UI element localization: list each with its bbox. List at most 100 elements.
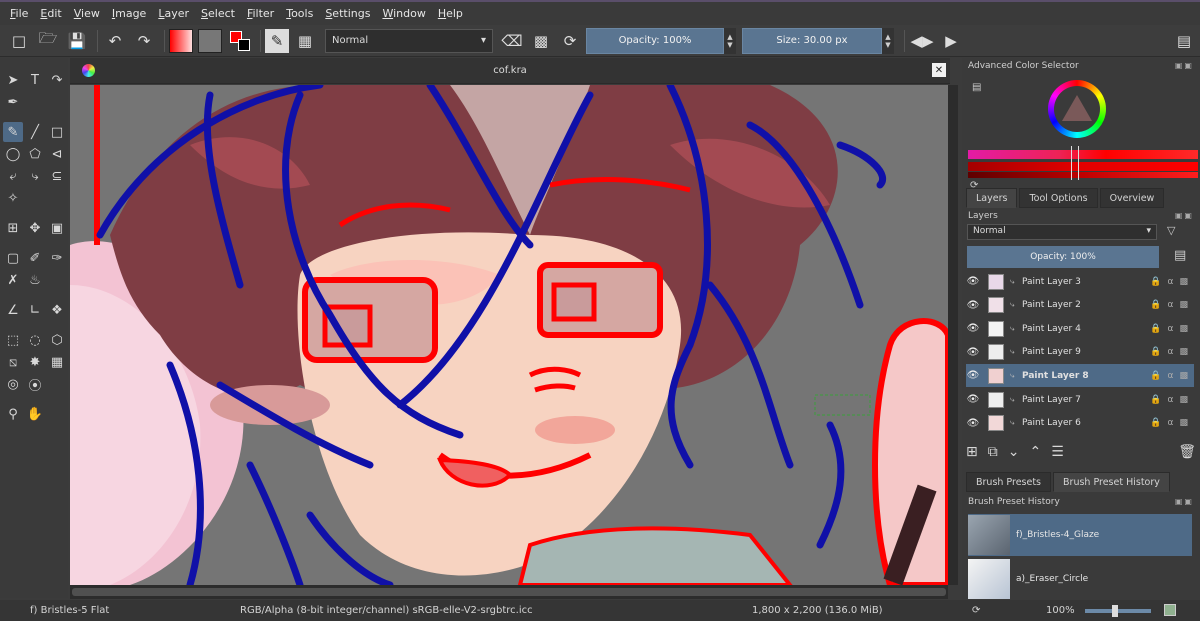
- preserve-alpha-icon[interactable]: ▩: [528, 28, 554, 54]
- polygon-tool-icon[interactable]: ⬠: [25, 144, 45, 164]
- menu-layer[interactable]: Layer: [152, 7, 195, 20]
- opacity-slider[interactable]: Opacity: 100%: [586, 27, 724, 54]
- zoom-slider[interactable]: [1085, 609, 1151, 613]
- menu-image[interactable]: Image: [106, 7, 152, 20]
- layer-flags-icon[interactable]: 🔒α▩: [1150, 371, 1194, 381]
- similar-select-icon[interactable]: ▦: [47, 352, 67, 372]
- mirror-horizontal-icon[interactable]: ◀▶: [909, 28, 935, 54]
- fg-bg-color-icon[interactable]: [227, 28, 253, 54]
- ellipse-tool-icon[interactable]: ◯: [3, 144, 23, 164]
- visibility-eye-icon[interactable]: 👁: [966, 347, 980, 358]
- menu-tools[interactable]: Tools: [280, 7, 319, 20]
- visibility-eye-icon[interactable]: 👁: [966, 394, 980, 405]
- visibility-eye-icon[interactable]: 👁: [966, 300, 980, 311]
- add-layer-icon[interactable]: ⊞: [966, 444, 978, 460]
- magnetic-select-icon[interactable]: ⦿: [25, 374, 45, 394]
- brush-preset-icon[interactable]: ✎: [265, 28, 289, 53]
- hue-wheel[interactable]: [1048, 80, 1106, 138]
- polyline-tool-icon[interactable]: ⊲: [47, 144, 67, 164]
- menu-view[interactable]: View: [68, 7, 106, 20]
- size-spinner[interactable]: ▲ ▼: [882, 27, 894, 54]
- panel-controls-icon[interactable]: ▣▣: [1175, 497, 1194, 507]
- menu-select[interactable]: Select: [195, 7, 241, 20]
- line-tool-icon[interactable]: ╱: [25, 122, 45, 142]
- rectangle-tool-icon[interactable]: □: [47, 122, 67, 142]
- eraser-mode-icon[interactable]: ⌫: [499, 28, 525, 54]
- document-tab[interactable]: cof.kra ✕: [70, 58, 950, 84]
- select-shapes-icon[interactable]: ➤: [3, 70, 23, 90]
- menu-help[interactable]: Help: [432, 7, 469, 20]
- filter-icon[interactable]: ▽: [1167, 224, 1175, 237]
- size-slider[interactable]: Size: 30.00 px: [742, 27, 882, 54]
- measure-tool-icon[interactable]: ∟: [25, 300, 45, 320]
- opacity-spinner[interactable]: ▲ ▼: [724, 27, 736, 54]
- color-strip[interactable]: [968, 172, 1198, 178]
- layer-row[interactable]: 👁 ⤷ Paint Layer 2 🔒α▩: [966, 294, 1194, 317]
- vertical-scrollbar[interactable]: [948, 85, 958, 585]
- layer-blend-dropdown[interactable]: Normal ▾: [967, 224, 1157, 240]
- blend-mode-dropdown[interactable]: Normal ▾: [325, 28, 493, 53]
- layer-row[interactable]: 👁 ⤷ Paint Layer 9 🔒α▩: [966, 341, 1194, 364]
- crop-tool-icon[interactable]: ⊞: [3, 218, 23, 238]
- freehand-select-icon[interactable]: ⧅: [3, 352, 23, 372]
- close-icon[interactable]: ✕: [932, 63, 946, 77]
- rotate-icon[interactable]: ⟳: [972, 605, 980, 616]
- menu-window[interactable]: Window: [376, 7, 431, 20]
- new-document-icon[interactable]: □: [6, 28, 32, 54]
- menu-filter[interactable]: Filter: [241, 7, 280, 20]
- smart-patch-icon[interactable]: ✗: [3, 270, 23, 290]
- dynamic-brush-icon[interactable]: ⊆: [47, 166, 67, 186]
- color-picker-icon[interactable]: ✐: [25, 248, 45, 268]
- calligraphy-icon[interactable]: ✒: [3, 92, 23, 112]
- assistant-tool-icon[interactable]: ∠: [3, 300, 23, 320]
- gradient-swatch[interactable]: [169, 28, 193, 53]
- undo-icon[interactable]: ↶: [102, 28, 128, 54]
- panel-controls-icon[interactable]: ▣▣: [1175, 61, 1194, 71]
- canvas-only-icon[interactable]: [1164, 604, 1176, 616]
- tab-layers[interactable]: Layers: [966, 188, 1018, 208]
- colorize-mask-icon[interactable]: ✑: [47, 248, 67, 268]
- rect-select-icon[interactable]: ⬚: [3, 330, 23, 350]
- tab-tool-options[interactable]: Tool Options: [1019, 188, 1098, 208]
- gradient-tool-icon[interactable]: ▢: [3, 248, 23, 268]
- menu-edit[interactable]: Edit: [34, 7, 67, 20]
- layer-row[interactable]: 👁 ⤷ Paint Layer 8 🔒α▩: [966, 364, 1194, 388]
- color-triangle[interactable]: [1062, 95, 1092, 121]
- background-color-swatch[interactable]: [238, 38, 250, 51]
- bezier-tool-icon[interactable]: ⤶: [3, 166, 23, 186]
- redo-icon[interactable]: ↷: [131, 28, 157, 54]
- delete-layer-icon[interactable]: 🗑: [1178, 444, 1196, 460]
- visibility-eye-icon[interactable]: 👁: [966, 323, 980, 334]
- layer-opacity-slider[interactable]: Opacity: 100%: [967, 246, 1159, 268]
- workspace-icon[interactable]: ▤: [1171, 28, 1197, 54]
- drawing-canvas[interactable]: [70, 85, 948, 585]
- polygon-select-icon[interactable]: ⬡: [47, 330, 67, 350]
- layer-row[interactable]: 👁 ⤷ Paint Layer 6 🔒α▩: [966, 412, 1194, 435]
- fill-tool-icon[interactable]: ♨: [25, 270, 45, 290]
- layer-row[interactable]: 👁 ⤷ Paint Layer 3 🔒α▩: [966, 270, 1194, 293]
- reference-tool-icon[interactable]: ❖: [47, 300, 67, 320]
- layer-flags-icon[interactable]: 🔒α▩: [1150, 395, 1194, 405]
- transform-tool-icon[interactable]: ▣: [47, 218, 67, 238]
- pattern-swatch[interactable]: [198, 28, 222, 53]
- color-strip[interactable]: [968, 162, 1198, 171]
- open-folder-icon[interactable]: 🗁: [35, 28, 61, 54]
- menu-file[interactable]: File: [4, 7, 34, 20]
- brush-settings-icon[interactable]: ▦: [292, 28, 318, 54]
- layer-flags-icon[interactable]: 🔒α▩: [1150, 300, 1194, 310]
- layer-flags-icon[interactable]: 🔒α▩: [1150, 418, 1194, 428]
- ellipse-select-icon[interactable]: ◌: [25, 330, 45, 350]
- visibility-eye-icon[interactable]: 👁: [966, 418, 980, 429]
- multibrush-icon[interactable]: ✧: [3, 188, 23, 208]
- move-layer-up-icon[interactable]: ⌃: [1029, 444, 1041, 460]
- scrollbar-thumb[interactable]: [72, 588, 946, 596]
- zoom-slider-thumb[interactable]: [1112, 605, 1118, 617]
- menu-settings[interactable]: Settings: [319, 7, 376, 20]
- reload-preset-icon[interactable]: ⟳: [557, 28, 583, 54]
- color-strip[interactable]: [968, 150, 1198, 159]
- advanced-color-selector[interactable]: ▤ ⟳: [966, 76, 1198, 191]
- freehand-path-icon[interactable]: ⤷: [25, 166, 45, 186]
- layer-flags-icon[interactable]: 🔒α▩: [1150, 277, 1194, 287]
- color-settings-icon[interactable]: ▤: [972, 82, 981, 93]
- zoom-tool-icon[interactable]: ⚲: [3, 404, 23, 424]
